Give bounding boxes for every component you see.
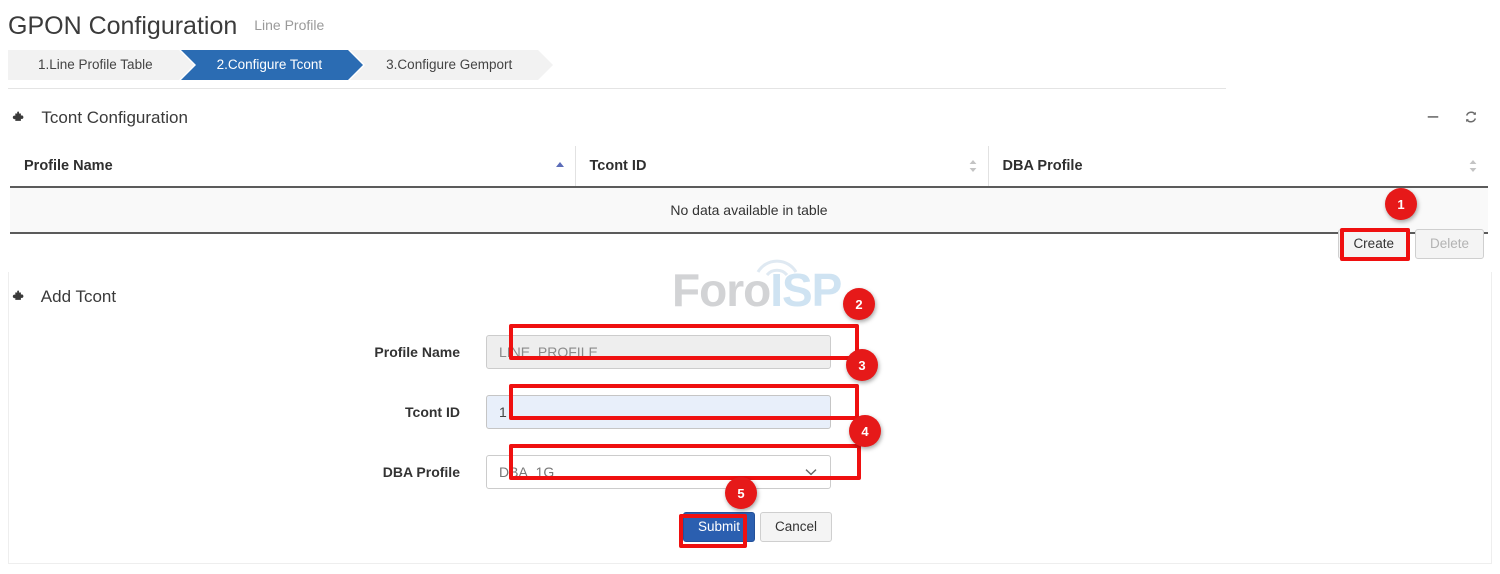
dba-profile-label: DBA Profile bbox=[0, 464, 486, 480]
wizard-step-1[interactable]: 1.Line Profile Table bbox=[8, 50, 179, 80]
dba-profile-control: DBA_1G bbox=[486, 455, 831, 489]
page-title: GPON Configuration Line Profile bbox=[8, 10, 324, 41]
column-header-profile-name[interactable]: Profile Name bbox=[10, 146, 575, 187]
profile-name-label: Profile Name bbox=[0, 344, 486, 360]
wizard-steps: 1.Line Profile Table 2.Configure Tcont 3… bbox=[8, 50, 540, 80]
form-row-dba-profile: DBA Profile DBA_1G bbox=[0, 442, 1500, 502]
submit-button[interactable]: Submit bbox=[683, 512, 755, 542]
column-header-dba-profile-label: DBA Profile bbox=[1003, 158, 1083, 174]
tcont-id-control bbox=[486, 395, 831, 429]
sort-ascending-icon bbox=[555, 159, 565, 173]
wizard-step-1-label: 1.Line Profile Table bbox=[38, 57, 153, 72]
sort-none-icon bbox=[1468, 159, 1478, 173]
tcont-id-input[interactable] bbox=[486, 395, 831, 429]
minimize-icon[interactable] bbox=[1424, 108, 1442, 126]
refresh-icon[interactable] bbox=[1462, 108, 1480, 126]
tcont-configuration-title: Tcont Configuration bbox=[41, 108, 187, 127]
wizard-step-3-label: 3.Configure Gemport bbox=[386, 57, 512, 72]
add-tcont-heading: Add Tcont bbox=[12, 286, 116, 308]
profile-name-control bbox=[486, 335, 831, 369]
puzzle-piece-icon bbox=[12, 109, 28, 125]
dba-profile-select[interactable]: DBA_1G bbox=[486, 455, 831, 489]
sort-none-icon bbox=[968, 159, 978, 173]
puzzle-piece-icon bbox=[12, 288, 28, 304]
wizard-step-2[interactable]: 2.Configure Tcont bbox=[181, 50, 349, 80]
form-row-tcont-id: Tcont ID bbox=[0, 382, 1500, 442]
page-subtitle: Line Profile bbox=[254, 17, 324, 33]
delete-button[interactable]: Delete bbox=[1415, 229, 1484, 259]
wizard-step-3[interactable]: 3.Configure Gemport bbox=[350, 50, 538, 80]
wizard-divider bbox=[8, 88, 1226, 89]
gpon-configuration-page: ForoISP GPON Configuration Line Profile … bbox=[0, 0, 1500, 574]
table-row-empty: No data available in table bbox=[10, 187, 1488, 233]
wizard-step-2-label: 2.Configure Tcont bbox=[217, 57, 323, 72]
table-header-row: Profile Name Tcont ID DBA Profile bbox=[10, 146, 1488, 187]
tcont-table: Profile Name Tcont ID DBA Profile bbox=[10, 146, 1488, 234]
tcont-configuration-heading: Tcont Configuration bbox=[12, 107, 188, 129]
panel-tools bbox=[1424, 108, 1480, 126]
table-action-buttons: Create Delete bbox=[1338, 229, 1484, 259]
profile-name-input[interactable] bbox=[486, 335, 831, 369]
column-header-profile-name-label: Profile Name bbox=[24, 158, 113, 174]
cancel-button[interactable]: Cancel bbox=[760, 512, 832, 542]
form-row-profile-name: Profile Name bbox=[0, 322, 1500, 382]
column-header-tcont-id[interactable]: Tcont ID bbox=[575, 146, 988, 187]
form-buttons: Submit Cancel bbox=[0, 512, 1500, 542]
column-header-dba-profile[interactable]: DBA Profile bbox=[988, 146, 1488, 187]
tcont-id-label: Tcont ID bbox=[0, 404, 486, 420]
add-tcont-title: Add Tcont bbox=[41, 287, 116, 306]
table-empty-message: No data available in table bbox=[10, 187, 1488, 233]
column-header-tcont-id-label: Tcont ID bbox=[590, 158, 647, 174]
create-button[interactable]: Create bbox=[1338, 229, 1409, 259]
page-title-text: GPON Configuration bbox=[8, 12, 237, 40]
add-tcont-form: Profile Name Tcont ID DBA Profile DBA_1G bbox=[0, 322, 1500, 502]
